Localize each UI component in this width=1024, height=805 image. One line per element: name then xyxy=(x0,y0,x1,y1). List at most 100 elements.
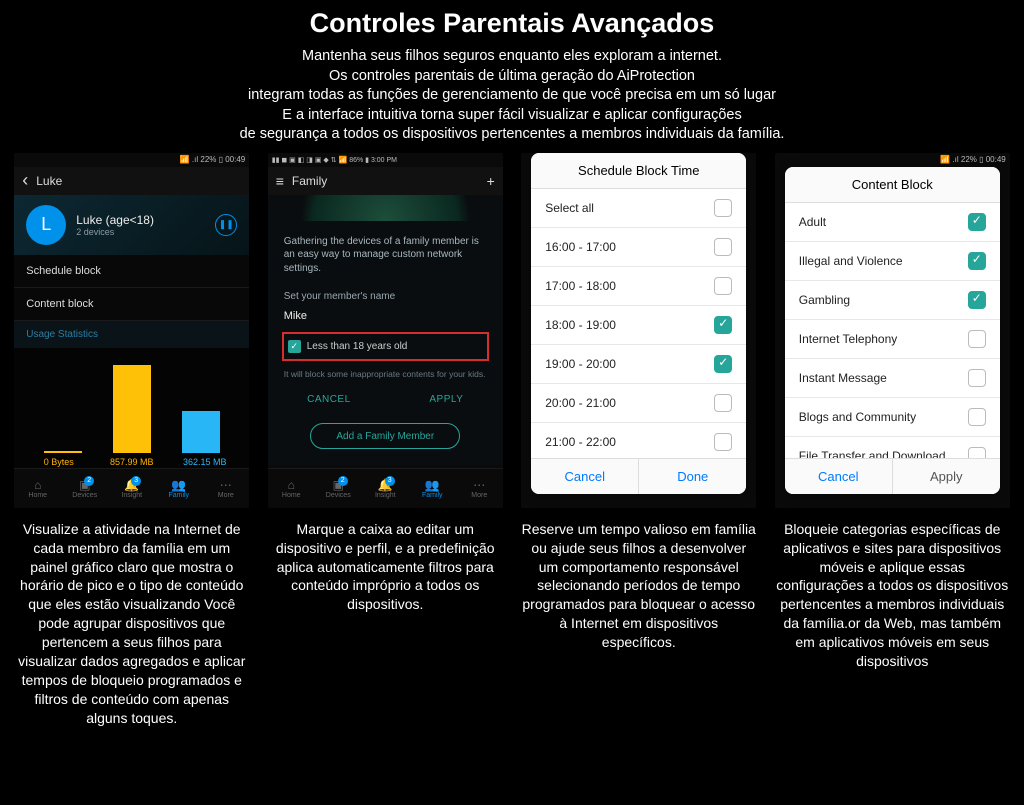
menu-content-block[interactable]: Content block xyxy=(14,288,249,321)
list-item-label: 16:00 - 17:00 xyxy=(545,240,616,254)
checkbox-icon[interactable] xyxy=(714,433,732,451)
screen-title: Family xyxy=(292,174,327,188)
list-item[interactable]: Adult xyxy=(785,203,1000,242)
menu-icon[interactable]: ≡ xyxy=(276,173,284,189)
list-item[interactable]: 19:00 - 20:00 xyxy=(531,345,746,384)
checkbox-icon[interactable] xyxy=(968,213,986,231)
phone-screenshot-family: ▮▮ ◼ ▣ ◧ ◨ ▣ ◆ ⇅ 📶 86% ▮ 3:00 PM ≡ Famil… xyxy=(268,153,503,508)
tab-insight[interactable]: 🔔3Insight xyxy=(108,478,155,499)
cancel-button[interactable]: Cancel xyxy=(531,459,638,494)
member-name-input[interactable]: Mike xyxy=(268,306,503,328)
dialog-message: Gathering the devices of a family member… xyxy=(268,221,503,282)
checkbox-icon[interactable] xyxy=(968,330,986,348)
caption-family: Marque a caixa ao editar um dispositivo … xyxy=(264,508,508,614)
more-icon: ⋯ xyxy=(202,478,249,492)
sheet-title: Schedule Block Time xyxy=(531,153,746,189)
feature-columns: 📶 .ıl 22% ▯ 00:49 ‹ Luke L Luke (age<18)… xyxy=(0,149,1024,728)
list-item[interactable]: File Transfer and Download xyxy=(785,437,1000,458)
list-item[interactable]: 16:00 - 17:00 xyxy=(531,228,746,267)
pause-button[interactable]: ❚❚ xyxy=(215,214,237,236)
tab-home[interactable]: ⌂Home xyxy=(268,478,315,499)
add-icon[interactable]: + xyxy=(487,173,495,189)
col-content-block: 📶 .ıl 22% ▯ 00:49 Content Block Adult Ill… xyxy=(771,153,1015,728)
tab-family[interactable]: 👥Family xyxy=(409,478,456,499)
list-item[interactable]: Gambling xyxy=(785,281,1000,320)
checkbox-icon[interactable] xyxy=(714,355,732,373)
done-button[interactable]: Done xyxy=(638,459,746,494)
profile-name: Luke (age<18) xyxy=(76,213,205,227)
checkbox-icon[interactable] xyxy=(968,408,986,426)
tab-more[interactable]: ⋯More xyxy=(456,478,503,499)
checkbox-icon[interactable] xyxy=(968,369,986,387)
checkbox-icon[interactable]: ✓ xyxy=(288,340,301,353)
apply-button[interactable]: Apply xyxy=(892,459,1000,494)
list-item[interactable]: 20:00 - 21:00 xyxy=(531,384,746,423)
list-item[interactable]: 18:00 - 19:00 xyxy=(531,306,746,345)
usage-chart xyxy=(14,348,249,453)
tabbar: ⌂Home ▣2Devices 🔔3Insight 👥Family ⋯More xyxy=(14,468,249,508)
usage-header: Usage Statistics xyxy=(14,321,249,348)
list-item[interactable]: Select all xyxy=(531,189,746,228)
caption-schedule: Reserve um tempo valioso em família ou a… xyxy=(517,508,761,652)
list-item[interactable]: Internet Telephony xyxy=(785,320,1000,359)
checkbox-icon[interactable] xyxy=(714,394,732,412)
list-item-label: Select all xyxy=(545,201,594,215)
checkbox-icon[interactable] xyxy=(714,316,732,334)
statusbar: 📶 .ıl 22% ▯ 00:49 xyxy=(775,153,1010,167)
menu-schedule-block[interactable]: Schedule block xyxy=(14,255,249,288)
under18-checkbox-row[interactable]: ✓ Less than 18 years old xyxy=(282,332,489,361)
list-item-label: 19:00 - 20:00 xyxy=(545,357,616,371)
set-name-label: Set your member's name xyxy=(268,281,503,306)
statusbar: 📶 .ıl 22% ▯ 00:49 xyxy=(14,153,249,167)
cancel-button[interactable]: Cancel xyxy=(785,459,892,494)
list-item-label: Adult xyxy=(799,215,826,229)
col-schedule: Schedule Block Time Select all 16:00 - 17… xyxy=(517,153,761,728)
tab-family[interactable]: 👥Family xyxy=(155,478,202,499)
col-usage: 📶 .ıl 22% ▯ 00:49 ‹ Luke L Luke (age<18)… xyxy=(10,153,254,728)
tab-insight[interactable]: 🔔3Insight xyxy=(362,478,409,499)
caption-usage: Visualize a atividade na Internet de cad… xyxy=(10,508,254,728)
list-item[interactable]: Illegal and Violence xyxy=(785,242,1000,281)
avatar: L xyxy=(26,205,66,245)
profile-card[interactable]: L Luke (age<18) 2 devices ❚❚ xyxy=(14,195,249,255)
list-item-label: Blogs and Community xyxy=(799,410,916,424)
page-title: Controles Parentais Avançados xyxy=(20,8,1004,39)
back-icon[interactable]: ‹ xyxy=(22,170,28,191)
tab-devices[interactable]: ▣2Devices xyxy=(315,478,362,499)
add-family-button[interactable]: Add a Family Member xyxy=(310,423,460,449)
phone-screenshot-usage: 📶 .ıl 22% ▯ 00:49 ‹ Luke L Luke (age<18)… xyxy=(14,153,249,508)
list-item-label: 21:00 - 22:00 xyxy=(545,435,616,449)
checkbox-icon[interactable] xyxy=(968,252,986,270)
checkbox-icon[interactable] xyxy=(714,238,732,256)
under18-label: Less than 18 years old xyxy=(307,341,408,352)
list-item-label: File Transfer and Download xyxy=(799,449,946,458)
tab-devices[interactable]: ▣2Devices xyxy=(61,478,108,499)
checkbox-icon[interactable] xyxy=(714,277,732,295)
list-item[interactable]: 17:00 - 18:00 xyxy=(531,267,746,306)
statusbar: ▮▮ ◼ ▣ ◧ ◨ ▣ ◆ ⇅ 📶 86% ▮ 3:00 PM xyxy=(268,153,503,167)
checkbox-icon[interactable] xyxy=(968,447,986,458)
sheet-title: Content Block xyxy=(785,167,1000,203)
tab-home[interactable]: ⌂Home xyxy=(14,478,61,499)
caption-content: Bloqueie categorias específicas de aplic… xyxy=(771,508,1015,671)
list-item[interactable]: 21:00 - 22:00 xyxy=(531,423,746,458)
titlebar: ≡ Family + xyxy=(268,167,503,195)
list-item[interactable]: Instant Message xyxy=(785,359,1000,398)
checkbox-icon[interactable] xyxy=(968,291,986,309)
tab-more[interactable]: ⋯More xyxy=(202,478,249,499)
col-family: ▮▮ ◼ ▣ ◧ ◨ ▣ ◆ ⇅ 📶 86% ▮ 3:00 PM ≡ Famil… xyxy=(264,153,508,728)
list-item-label: 20:00 - 21:00 xyxy=(545,396,616,410)
cancel-button[interactable]: CANCEL xyxy=(307,394,351,405)
list-item-label: 17:00 - 18:00 xyxy=(545,279,616,293)
list-item-label: 18:00 - 19:00 xyxy=(545,318,616,332)
list-item[interactable]: Blogs and Community xyxy=(785,398,1000,437)
phone-screenshot-schedule: Schedule Block Time Select all 16:00 - 17… xyxy=(521,153,756,508)
schedule-sheet: Schedule Block Time Select all 16:00 - 17… xyxy=(531,153,746,494)
apply-button[interactable]: APPLY xyxy=(429,394,463,405)
page-header: Controles Parentais Avançados Mantenha s… xyxy=(0,0,1024,149)
content-sheet: Content Block Adult Illegal and Violence G… xyxy=(785,167,1000,494)
checkbox-icon[interactable] xyxy=(714,199,732,217)
page-subtitle: Mantenha seus filhos seguros enquanto el… xyxy=(20,47,1004,145)
list-item-label: Illegal and Violence xyxy=(799,254,903,268)
bar-bedtime xyxy=(182,411,220,453)
